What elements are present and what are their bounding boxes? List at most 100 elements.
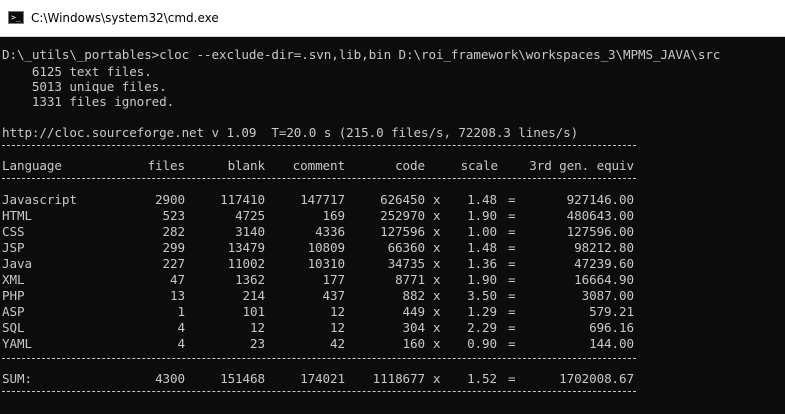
cell-equiv: 47239.60 — [574, 256, 634, 271]
table-header: Language files blank comment code scale … — [2, 158, 642, 173]
cell-comment: 4336 — [315, 224, 345, 239]
cmd-prompt-icon: >_ — [8, 11, 24, 24]
cell-x: x — [433, 304, 441, 319]
cell-comment: 42 — [330, 336, 345, 351]
cell-x: x — [433, 288, 441, 303]
sum-row: SUM: 4300 151468 174021 1118677 x 1.52 =… — [2, 371, 642, 386]
cloc-header-info: http://cloc.sourceforge.net v 1.09 T=20.… — [2, 125, 579, 140]
cell-eq: = — [508, 256, 516, 271]
cell-language: SQL — [2, 320, 25, 335]
cell-x: x — [433, 240, 441, 255]
cell-files: 227 — [162, 256, 186, 271]
col-header-equiv: 3rd gen. equiv — [529, 158, 634, 173]
cell-code: 8771 — [395, 272, 425, 287]
cell-comment: 10310 — [307, 256, 346, 271]
cell-x: x — [433, 192, 441, 207]
cell-scale: 0.90 — [467, 336, 497, 351]
cell-files: 299 — [162, 240, 186, 255]
cell-code: 304 — [402, 320, 426, 335]
col-header-blank: blank — [227, 158, 266, 173]
separator-rule — [2, 358, 636, 359]
cell-scale: 1.90 — [467, 208, 497, 223]
cell-equiv: 144.00 — [589, 336, 634, 351]
cell-files: 523 — [162, 208, 186, 223]
cell-comment: 12 — [330, 320, 345, 335]
cell-language: YAML — [2, 336, 32, 351]
table-row: PHP 13 214 437 882 x 3.50 = 3087.00 — [2, 288, 642, 303]
title-bar[interactable]: >_ C:\Windows\system32\cmd.exe — [0, 0, 785, 37]
cell-blank: 11002 — [227, 256, 266, 271]
cell-equiv: 127596.00 — [566, 224, 634, 239]
cell-equiv: 579.21 — [589, 304, 634, 319]
cell-code: 449 — [402, 304, 426, 319]
separator-rule — [2, 178, 636, 179]
cell-code: 160 — [402, 336, 426, 351]
cell-eq: = — [508, 224, 516, 239]
cell-eq: = — [508, 208, 516, 223]
cell-language: Java — [2, 256, 32, 271]
cell-x: x — [433, 320, 441, 335]
table-row: JSP 299 13479 10809 66360 x 1.48 = 98212.80 — [2, 240, 642, 255]
cell-scale: 2.29 — [467, 320, 497, 335]
cell-files: 1 — [177, 304, 186, 319]
cell-scale: 1.52 — [467, 371, 497, 386]
col-header-files: files — [147, 158, 186, 173]
cell-code: 34735 — [387, 256, 426, 271]
col-header-code: code — [395, 158, 425, 173]
cell-eq: = — [508, 304, 516, 319]
console-output[interactable]: D:\_utils\_portables>cloc --exclude-dir=… — [0, 37, 785, 414]
cell-files: 4300 — [155, 371, 185, 386]
cell-blank: 1362 — [235, 272, 265, 287]
cell-eq: = — [508, 288, 516, 303]
cmd-prompt-glyph: >_ — [11, 13, 21, 22]
cell-x: x — [433, 208, 441, 223]
cell-comment: 12 — [330, 304, 345, 319]
cell-blank: 101 — [242, 304, 266, 319]
cell-equiv: 480643.00 — [566, 208, 634, 223]
separator-rule — [2, 391, 636, 392]
cell-blank: 117410 — [220, 192, 265, 207]
cell-code: 1118677 — [372, 371, 425, 386]
cell-x: x — [433, 224, 441, 239]
cell-code: 626450 — [380, 192, 425, 207]
cell-comment: 174021 — [300, 371, 345, 386]
cell-code: 252970 — [380, 208, 425, 223]
cell-eq: = — [508, 240, 516, 255]
cell-files: 2900 — [155, 192, 185, 207]
cmd-window: >_ C:\Windows\system32\cmd.exe D:\_utils… — [0, 0, 785, 414]
cell-eq: = — [508, 320, 516, 335]
cell-language: JSP — [2, 240, 25, 255]
cell-files: 4 — [177, 336, 186, 351]
window-title: C:\Windows\system32\cmd.exe — [31, 11, 219, 25]
cell-files: 13 — [170, 288, 185, 303]
cell-eq: = — [508, 272, 516, 287]
cell-scale: 1.48 — [467, 192, 497, 207]
cell-language: CSS — [2, 224, 25, 239]
cell-files: 47 — [170, 272, 185, 287]
cell-blank: 4725 — [235, 208, 265, 223]
cell-eq: = — [508, 336, 516, 351]
table-row: YAML 4 23 42 160 x 0.90 = 144.00 — [2, 336, 642, 351]
summary-line: 1331 files ignored. — [2, 94, 175, 109]
cell-language: HTML — [2, 208, 32, 223]
table-row: Javascript 2900 117410 147717 626450 x 1.48 = 92… — [2, 192, 642, 207]
cell-code: 882 — [402, 288, 426, 303]
separator-rule — [2, 145, 636, 146]
cell-comment: 169 — [322, 208, 346, 223]
cell-code: 127596 — [380, 224, 425, 239]
cell-scale: 1.29 — [467, 304, 497, 319]
cell-language: Javascript — [2, 192, 77, 207]
cell-blank: 3140 — [235, 224, 265, 239]
cell-x: x — [433, 256, 441, 271]
cell-equiv: 3087.00 — [581, 288, 634, 303]
cell-equiv: 696.16 — [589, 320, 634, 335]
cell-equiv: 1702008.67 — [559, 371, 634, 386]
cell-scale: 1.36 — [467, 256, 497, 271]
cell-comment: 147717 — [300, 192, 345, 207]
cell-code: 66360 — [387, 240, 426, 255]
cell-equiv: 16664.90 — [574, 272, 634, 287]
cell-blank: 12 — [250, 320, 265, 335]
col-header-comment: comment — [292, 158, 345, 173]
table-row: HTML 523 4725 169 252970 x 1.90 = 480643.00 — [2, 208, 642, 223]
summary-line: 6125 text files. — [2, 64, 152, 79]
